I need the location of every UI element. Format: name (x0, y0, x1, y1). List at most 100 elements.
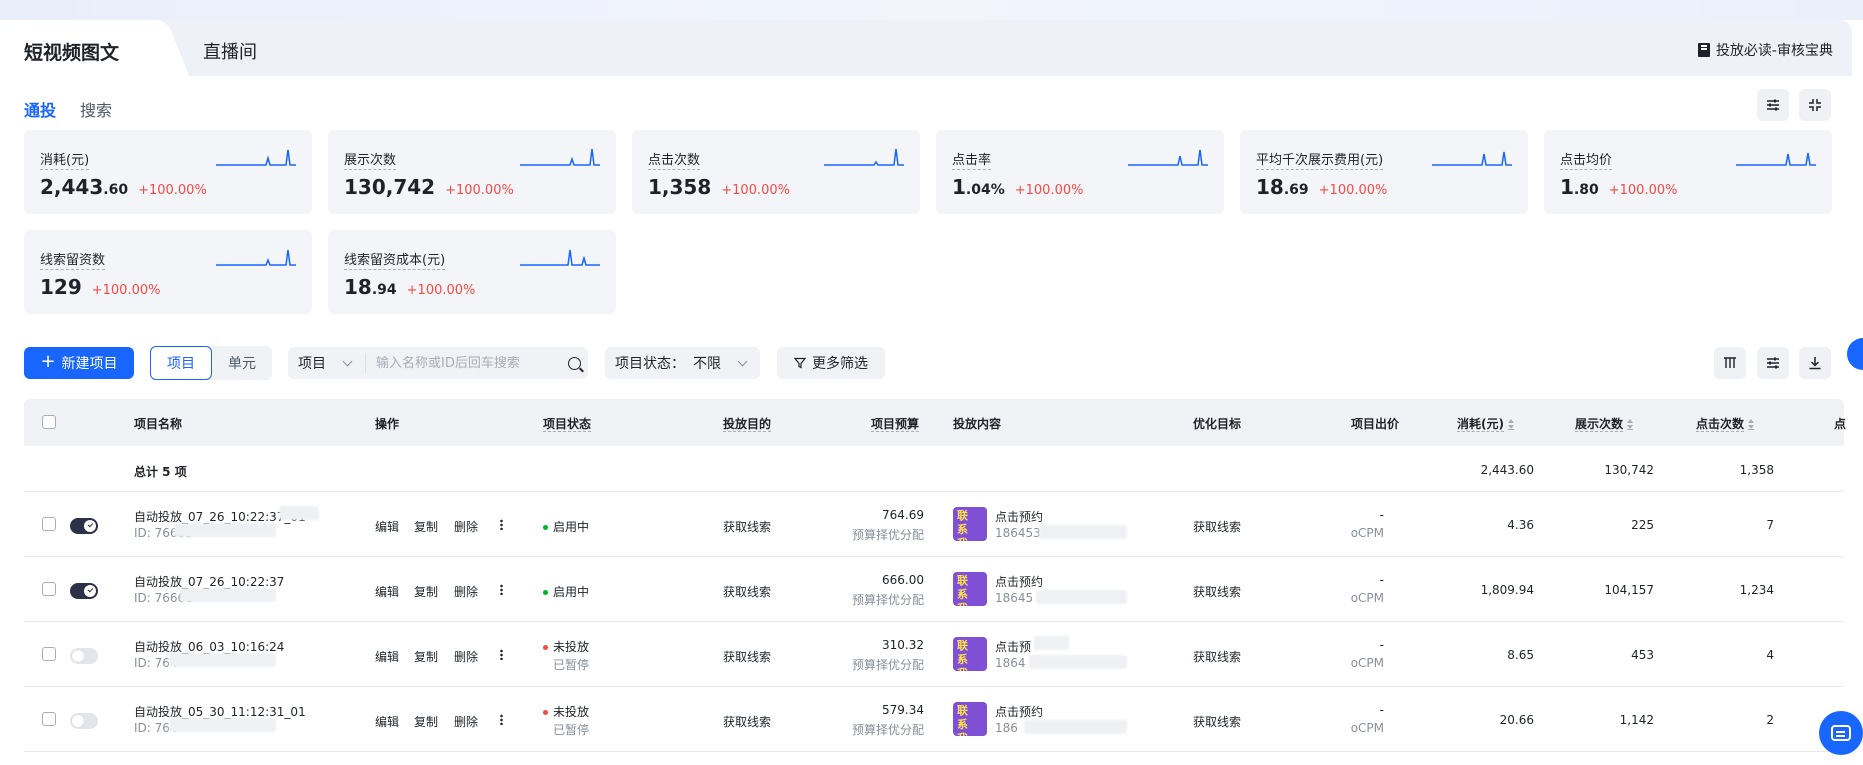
seg-unit[interactable]: 单元 (212, 346, 272, 380)
search-type-select[interactable]: 项目 (288, 353, 366, 373)
search-input[interactable] (376, 355, 566, 371)
total-label: 总计 5 项 (134, 465, 187, 479)
metric-card-cpm[interactable]: 平均千次展示费用(元) 18.69 +100.00% (1240, 130, 1528, 214)
level-switch: 项目 单元 (150, 346, 272, 380)
copy-link[interactable]: 复制 (414, 648, 438, 665)
th-impressions[interactable]: 展示次数 (1575, 415, 1634, 432)
metric-card-impressions[interactable]: 展示次数 130,742 +100.00% (328, 130, 616, 214)
metric-card-clicks[interactable]: 点击次数 1,358 +100.00% (632, 130, 920, 214)
row-impressions: 453 (1631, 648, 1654, 662)
row-toggle[interactable] (70, 518, 98, 534)
th-clicks[interactable]: 点击次数 (1696, 415, 1755, 432)
metric-change: +100.00% (138, 183, 207, 198)
delete-link[interactable]: 删除 (454, 713, 478, 730)
search-icon[interactable] (568, 356, 581, 370)
th-status: 项目状态 (543, 415, 592, 432)
table-settings-button[interactable] (1757, 347, 1789, 379)
metric-card-lead-cost[interactable]: 线索留资成本(元) 18.94 +100.00% (328, 230, 616, 314)
metric-card-cpc[interactable]: 点击均价 1.80 +100.00% (1544, 130, 1832, 214)
metric-value-dec: .80 (1573, 182, 1599, 198)
edit-link[interactable]: 编辑 (375, 713, 399, 730)
status-dot (543, 590, 548, 595)
edit-link[interactable]: 编辑 (375, 583, 399, 600)
search-box: 项目 (288, 347, 588, 379)
columns-button[interactable] (1714, 347, 1746, 379)
more-vertical-icon[interactable] (500, 649, 503, 660)
tab-live-room[interactable]: 直播间 (203, 38, 257, 64)
copy-link[interactable]: 复制 (414, 518, 438, 535)
copy-link[interactable]: 复制 (414, 583, 438, 600)
row-cost: 4.36 (1507, 518, 1534, 532)
th-name: 项目名称 (134, 417, 183, 431)
collapse-metrics-button[interactable] (1799, 89, 1831, 121)
more-vertical-icon[interactable] (500, 519, 503, 530)
row-toggle[interactable] (70, 583, 98, 599)
side-assistant-tab[interactable] (1847, 338, 1863, 370)
th-cost[interactable]: 消耗(元) (1457, 415, 1514, 432)
status-select-value: 不限 (693, 356, 721, 372)
metric-label: 线索留资成本(元) (344, 249, 446, 270)
status-select[interactable]: 项目状态： 不限 (605, 347, 760, 379)
content-thumbnail[interactable]: 联系我们 (953, 572, 987, 606)
download-button[interactable] (1799, 347, 1831, 379)
edit-link[interactable]: 编辑 (375, 518, 399, 535)
copy-link[interactable]: 复制 (414, 713, 438, 730)
redaction (180, 588, 276, 602)
row-checkbox[interactable] (42, 647, 56, 661)
edit-link[interactable]: 编辑 (375, 648, 399, 665)
row-toggle[interactable] (70, 713, 98, 729)
row-content-title[interactable]: 点击预约 (995, 508, 1043, 525)
delete-link[interactable]: 删除 (454, 648, 478, 665)
table-header: 项目名称 操作 项目状态 投放目的 项目预算 投放内容 优化目标 项目出价 消耗… (24, 399, 1846, 446)
metric-change: +100.00% (721, 183, 790, 198)
collapse-icon (1809, 99, 1821, 111)
metric-value-dec: .04% (965, 182, 1005, 198)
content-thumbnail[interactable]: 联系我们 (953, 702, 987, 736)
guide-link[interactable]: 投放必读-审核宝典 (1697, 40, 1833, 60)
row-checkbox[interactable] (42, 712, 56, 726)
select-all-checkbox[interactable] (42, 415, 56, 429)
subtab-search[interactable]: 搜索 (80, 97, 112, 121)
row-content-id: 1864 (995, 656, 1026, 670)
sparkline (1432, 151, 1512, 166)
content-thumbnail[interactable]: 联系我们 (953, 637, 987, 671)
th-ops: 操作 (375, 417, 400, 431)
chevron-down-icon (737, 356, 748, 366)
metric-value-int: 2,443 (40, 175, 104, 199)
total-row: 总计 5 项 2,443.60 130,742 1,358 (24, 446, 1844, 492)
row-checkbox[interactable] (42, 517, 56, 531)
table-row[interactable]: 自动投放_07_26_10:22:37 ID: 76666 编辑 复制 删除 启… (24, 557, 1844, 622)
funnel-icon (794, 357, 806, 369)
delete-link[interactable]: 删除 (454, 583, 478, 600)
row-content-title[interactable]: 点击预约 (995, 573, 1043, 590)
subtab-general[interactable]: 通投 (24, 97, 56, 121)
row-content-id: 186 (995, 721, 1018, 735)
metric-settings-button[interactable] (1757, 89, 1789, 121)
table-row[interactable]: 自动投放_07_26_10:22:37_01 ID: 76685 编辑 复制 删… (24, 492, 1844, 557)
row-goal: 获取线索 (1193, 585, 1242, 599)
row-content-title[interactable]: 点击预 (995, 638, 1031, 655)
row-purpose: 获取线索 (723, 585, 772, 599)
row-toggle[interactable] (70, 648, 98, 664)
table-row[interactable]: 自动投放_06_03_10:16:24 ID: 764 编辑 复制 删除 未投放… (24, 622, 1844, 687)
more-filters-button[interactable]: 更多筛选 (777, 347, 885, 379)
more-vertical-icon[interactable] (500, 584, 503, 595)
chat-button[interactable] (1819, 711, 1863, 755)
metric-card-leads[interactable]: 线索留资数 129 +100.00% (24, 230, 312, 314)
new-project-label: 新建项目 (61, 356, 118, 372)
metric-card-ctr[interactable]: 点击率 1.04% +100.00% (936, 130, 1224, 214)
seg-project[interactable]: 项目 (150, 346, 212, 380)
metric-label: 展示次数 (344, 149, 397, 170)
metric-card-cost[interactable]: 消耗(元) 2,443.60 +100.00% (24, 130, 312, 214)
content-thumbnail[interactable]: 联系我们 (953, 507, 987, 541)
row-budget-sub: 预算择优分配 (851, 723, 924, 737)
more-vertical-icon[interactable] (500, 714, 503, 725)
row-checkbox[interactable] (42, 582, 56, 596)
table-row[interactable]: 自动投放_05_30_11:12:31_01 ID: 764 编辑 复制 删除 … (24, 687, 1844, 752)
total-cost: 2,443.60 (1480, 463, 1534, 477)
new-project-button[interactable]: + 新建项目 (24, 347, 134, 379)
row-clicks: 2 (1766, 713, 1774, 727)
row-content-title[interactable]: 点击预约 (995, 703, 1043, 720)
tab-short-video[interactable]: 短视频图文 (0, 20, 160, 76)
delete-link[interactable]: 删除 (454, 518, 478, 535)
